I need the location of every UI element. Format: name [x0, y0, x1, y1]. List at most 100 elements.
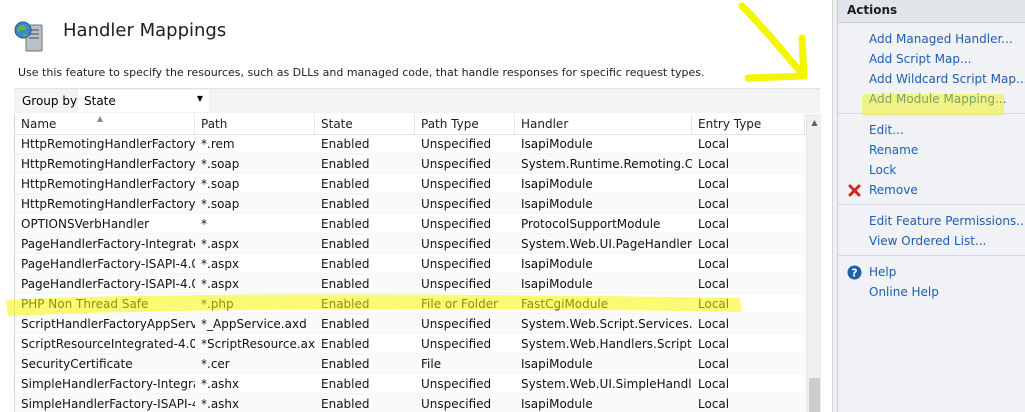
cell-name: SimpleHandlerFactory-ISAPI-4...	[21, 397, 195, 411]
action-add-managed-handler[interactable]: Add Managed Handler...	[838, 29, 1025, 49]
cell-handler: System.Web.Handlers.ScriptR...	[521, 337, 692, 351]
cell-state: Enabled	[321, 157, 370, 171]
cell-handler: System.Web.UI.PageHandlerF...	[521, 237, 692, 251]
cell-handler: IsapiModule	[521, 357, 593, 371]
scroll-thumb[interactable]	[809, 378, 820, 412]
cell-handler: IsapiModule	[521, 177, 593, 191]
grid-header: Name ▲ Path State Path Type Handler Entry Type	[15, 114, 805, 135]
cell-handler: IsapiModule	[521, 197, 593, 211]
sort-ascending-icon: ▲	[97, 114, 104, 123]
table-row[interactable]: PHP Non Thread Safe *.php Enabled File or F…	[15, 294, 805, 314]
cell-name: ScriptResourceIntegrated-4.0	[21, 337, 195, 351]
action-edit[interactable]: Edit...	[838, 120, 1025, 140]
cell-name: OPTIONSVerbHandler	[21, 217, 150, 231]
cell-path-type: Unspecified	[421, 377, 492, 391]
action-remove[interactable]: Remove	[838, 180, 1025, 200]
action-add-wildcard-script-map[interactable]: Add Wildcard Script Map...	[838, 69, 1025, 89]
cell-state: Enabled	[321, 197, 370, 211]
action-add-script-map[interactable]: Add Script Map...	[838, 49, 1025, 69]
cell-handler: System.Web.Script.Services.S...	[521, 317, 692, 331]
action-label: Add Wildcard Script Map...	[869, 72, 1025, 86]
column-header-name[interactable]: Name ▲	[15, 114, 195, 134]
cell-state: Enabled	[321, 397, 370, 411]
table-row[interactable]: ScriptHandlerFactoryAppServi... *_AppServ…	[15, 314, 805, 334]
group-by-label: Group by:	[22, 94, 81, 108]
cell-state: Enabled	[321, 317, 370, 331]
cell-path: *.soap	[201, 157, 240, 171]
cell-handler: IsapiModule	[521, 277, 593, 291]
cell-name: HttpRemotingHandlerFactory...	[21, 157, 195, 171]
action-lock[interactable]: Lock	[838, 160, 1025, 180]
cell-handler: ProtocolSupportModule	[521, 217, 661, 231]
cell-entry-type: Local	[698, 397, 730, 411]
cell-path-type: Unspecified	[421, 217, 492, 231]
action-group: Edit... Rename Lock Remove	[838, 114, 1025, 205]
action-edit-feature-permissions[interactable]: Edit Feature Permissions...	[838, 211, 1025, 231]
action-help[interactable]: ? Help	[838, 262, 1025, 282]
group-by-dropdown[interactable]: State ▼	[77, 90, 209, 112]
table-row[interactable]: OPTIONSVerbHandler * Enabled Unspecified Pro…	[15, 214, 805, 234]
action-add-module-mapping[interactable]: Add Module Mapping...	[838, 89, 1025, 109]
action-label: Lock	[869, 163, 897, 177]
cell-path: *.php	[201, 297, 234, 311]
table-row[interactable]: SecurityCertificate *.cer Enabled File Isapi…	[15, 354, 805, 374]
table-row[interactable]: ScriptResourceIntegrated-4.0 *ScriptResou…	[15, 334, 805, 354]
server-globe-icon	[14, 21, 43, 52]
column-header-state[interactable]: State	[315, 114, 415, 134]
scroll-up-arrow-icon[interactable]: ▲	[807, 114, 821, 131]
svg-text:?: ?	[851, 267, 857, 280]
actions-pane: Actions Add Managed Handler... Add Script…	[837, 0, 1025, 412]
cell-entry-type: Local	[698, 237, 730, 251]
cell-name: ScriptHandlerFactoryAppServi...	[21, 317, 195, 331]
column-header-handler[interactable]: Handler	[515, 114, 692, 134]
cell-name: PageHandlerFactory-ISAPI-4.0...	[21, 257, 195, 271]
table-row[interactable]: PageHandlerFactory-ISAPI-4.0... *.aspx Ena…	[15, 254, 805, 274]
cell-path: *.aspx	[201, 277, 240, 291]
cell-path-type: Unspecified	[421, 337, 492, 351]
cell-entry-type: Local	[698, 297, 730, 311]
action-label: Add Managed Handler...	[869, 32, 1013, 46]
cell-handler: IsapiModule	[521, 257, 593, 271]
column-header-entry-type[interactable]: Entry Type	[692, 114, 805, 134]
table-row[interactable]: HttpRemotingHandlerFactory... *.soap Enabl…	[15, 194, 805, 214]
cell-path: *.soap	[201, 197, 240, 211]
cell-entry-type: Local	[698, 257, 730, 271]
action-label: Add Module Mapping...	[869, 92, 1007, 106]
cell-entry-type: Local	[698, 277, 730, 291]
action-rename[interactable]: Rename	[838, 140, 1025, 160]
action-view-ordered-list[interactable]: View Ordered List...	[838, 231, 1025, 251]
table-row[interactable]: PageHandlerFactory-Integrate... *.aspx Ena…	[15, 234, 805, 254]
table-row[interactable]: HttpRemotingHandlerFactory... *.rem Enable…	[15, 134, 805, 154]
cell-entry-type: Local	[698, 177, 730, 191]
page-title: Handler Mappings	[63, 20, 227, 41]
table-row[interactable]: SimpleHandlerFactory-Integra... *.ashx Ena…	[15, 374, 805, 394]
cell-path-type: Unspecified	[421, 277, 492, 291]
table-row[interactable]: SimpleHandlerFactory-ISAPI-4... *.ashx Ena…	[15, 394, 805, 412]
table-row[interactable]: PageHandlerFactory-ISAPI-4.0... *.aspx Ena…	[15, 274, 805, 294]
cell-path-type: Unspecified	[421, 257, 492, 271]
cell-state: Enabled	[321, 137, 370, 151]
action-label: Online Help	[869, 285, 939, 299]
table-row[interactable]: HttpRemotingHandlerFactory... *.soap Enabl…	[15, 174, 805, 194]
cell-name: SimpleHandlerFactory-Integra...	[21, 377, 195, 391]
cell-state: Enabled	[321, 277, 370, 291]
vertical-scrollbar[interactable]: ▲	[806, 114, 821, 412]
action-online-help[interactable]: Online Help	[838, 282, 1025, 302]
table-row[interactable]: HttpRemotingHandlerFactory... *.soap Enabl…	[15, 154, 805, 174]
cell-path-type: Unspecified	[421, 317, 492, 331]
column-header-path[interactable]: Path	[195, 114, 315, 134]
cell-state: Enabled	[321, 217, 370, 231]
column-header-path-type[interactable]: Path Type	[415, 114, 515, 134]
cell-entry-type: Local	[698, 377, 730, 391]
cell-name: HttpRemotingHandlerFactory...	[21, 197, 195, 211]
cell-path: *ScriptResource.axd	[201, 337, 315, 351]
cell-name: HttpRemotingHandlerFactory...	[21, 177, 195, 191]
cell-entry-type: Local	[698, 317, 730, 331]
cell-entry-type: Local	[698, 137, 730, 151]
cell-path: *.cer	[201, 357, 230, 371]
cell-path: *	[201, 217, 207, 231]
dropdown-arrow-icon: ▼	[196, 94, 203, 103]
cell-entry-type: Local	[698, 337, 730, 351]
action-label: Rename	[869, 143, 919, 157]
cell-state: Enabled	[321, 297, 370, 311]
